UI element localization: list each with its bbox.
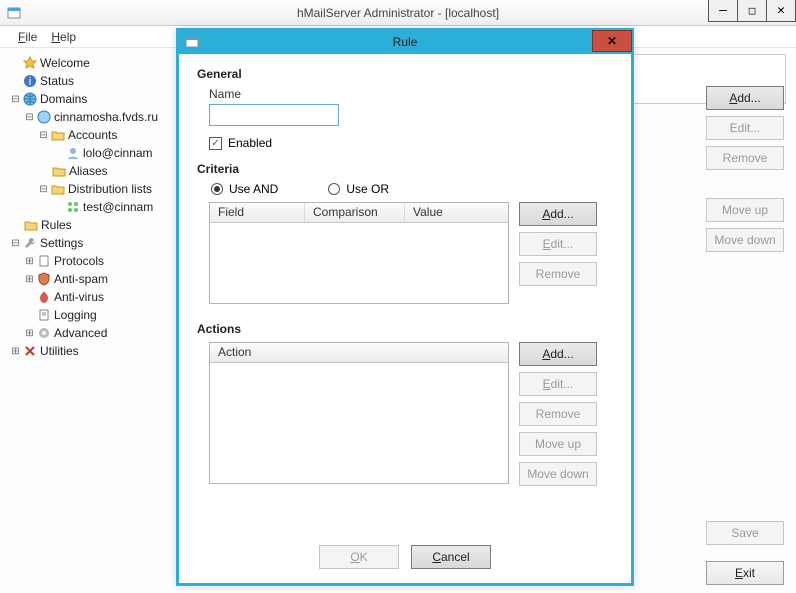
panel-edit-button[interactable]: Edit... [706, 116, 784, 140]
enabled-checkbox[interactable]: Enabled [209, 136, 617, 150]
folder-icon [52, 164, 66, 178]
wrench-icon [23, 236, 37, 250]
dialog-titlebar[interactable]: Rule ✕ [178, 30, 632, 54]
actions-remove-button[interactable]: Remove [519, 402, 597, 426]
dialog-close-button[interactable]: ✕ [592, 30, 632, 52]
user-icon [66, 146, 80, 160]
close-button[interactable]: ✕ [766, 0, 796, 22]
radio-use-or[interactable]: Use OR [328, 182, 389, 196]
folder-icon [51, 128, 65, 142]
globe-icon [23, 92, 37, 106]
svg-text:i: i [29, 74, 32, 88]
actions-edit-button[interactable]: Edit... [519, 372, 597, 396]
menu-help[interactable]: Help [51, 30, 76, 44]
col-value: Value [405, 203, 508, 222]
star-icon [23, 56, 37, 70]
actions-add-button[interactable]: Add... [519, 342, 597, 366]
section-general: General [197, 67, 617, 81]
doc-icon [37, 308, 51, 322]
folder-icon [24, 218, 38, 232]
minimize-button[interactable]: — [708, 0, 738, 22]
folder-icon [51, 182, 65, 196]
panel-remove-button[interactable]: Remove [706, 146, 784, 170]
ok-button[interactable]: OK [319, 545, 399, 569]
maximize-button[interactable]: □ [737, 0, 767, 22]
checkbox-icon [209, 137, 222, 150]
criteria-add-button[interactable]: Add... [519, 202, 597, 226]
main-titlebar: hMailServer Administrator - [localhost] … [0, 0, 796, 26]
criteria-grid[interactable]: Field Comparison Value [209, 202, 509, 304]
gear-icon [37, 326, 51, 340]
list-icon [66, 200, 80, 214]
section-criteria: Criteria [197, 162, 617, 176]
shield-icon [37, 272, 51, 286]
save-button[interactable]: Save [706, 521, 784, 545]
menu-file[interactable]: File [18, 30, 37, 44]
actions-moveup-button[interactable]: Move up [519, 432, 597, 456]
info-icon: i [23, 74, 37, 88]
radio-use-and[interactable]: Use AND [211, 182, 278, 196]
panel-moveup-button[interactable]: Move up [706, 198, 784, 222]
doc-icon [37, 254, 51, 268]
panel-movedown-button[interactable]: Move down [706, 228, 784, 252]
window-title: hMailServer Administrator - [localhost] [0, 6, 796, 20]
bug-icon [37, 290, 51, 304]
dialog-title: Rule [178, 35, 632, 49]
actions-grid[interactable]: Action [209, 342, 509, 484]
col-comparison: Comparison [305, 203, 405, 222]
tools-icon [23, 344, 37, 358]
actions-movedown-button[interactable]: Move down [519, 462, 597, 486]
name-label: Name [209, 87, 617, 101]
rule-dialog: Rule ✕ General Name Enabled Criteria Use… [176, 28, 634, 586]
col-action: Action [210, 343, 508, 362]
col-field: Field [210, 203, 305, 222]
cancel-button[interactable]: Cancel [411, 545, 491, 569]
panel-add-button[interactable]: Add... [706, 86, 784, 110]
criteria-edit-button[interactable]: Edit... [519, 232, 597, 256]
globe-icon [37, 110, 51, 124]
exit-button[interactable]: Exit [706, 561, 784, 585]
section-actions: Actions [197, 322, 617, 336]
name-input[interactable] [209, 104, 339, 126]
criteria-remove-button[interactable]: Remove [519, 262, 597, 286]
